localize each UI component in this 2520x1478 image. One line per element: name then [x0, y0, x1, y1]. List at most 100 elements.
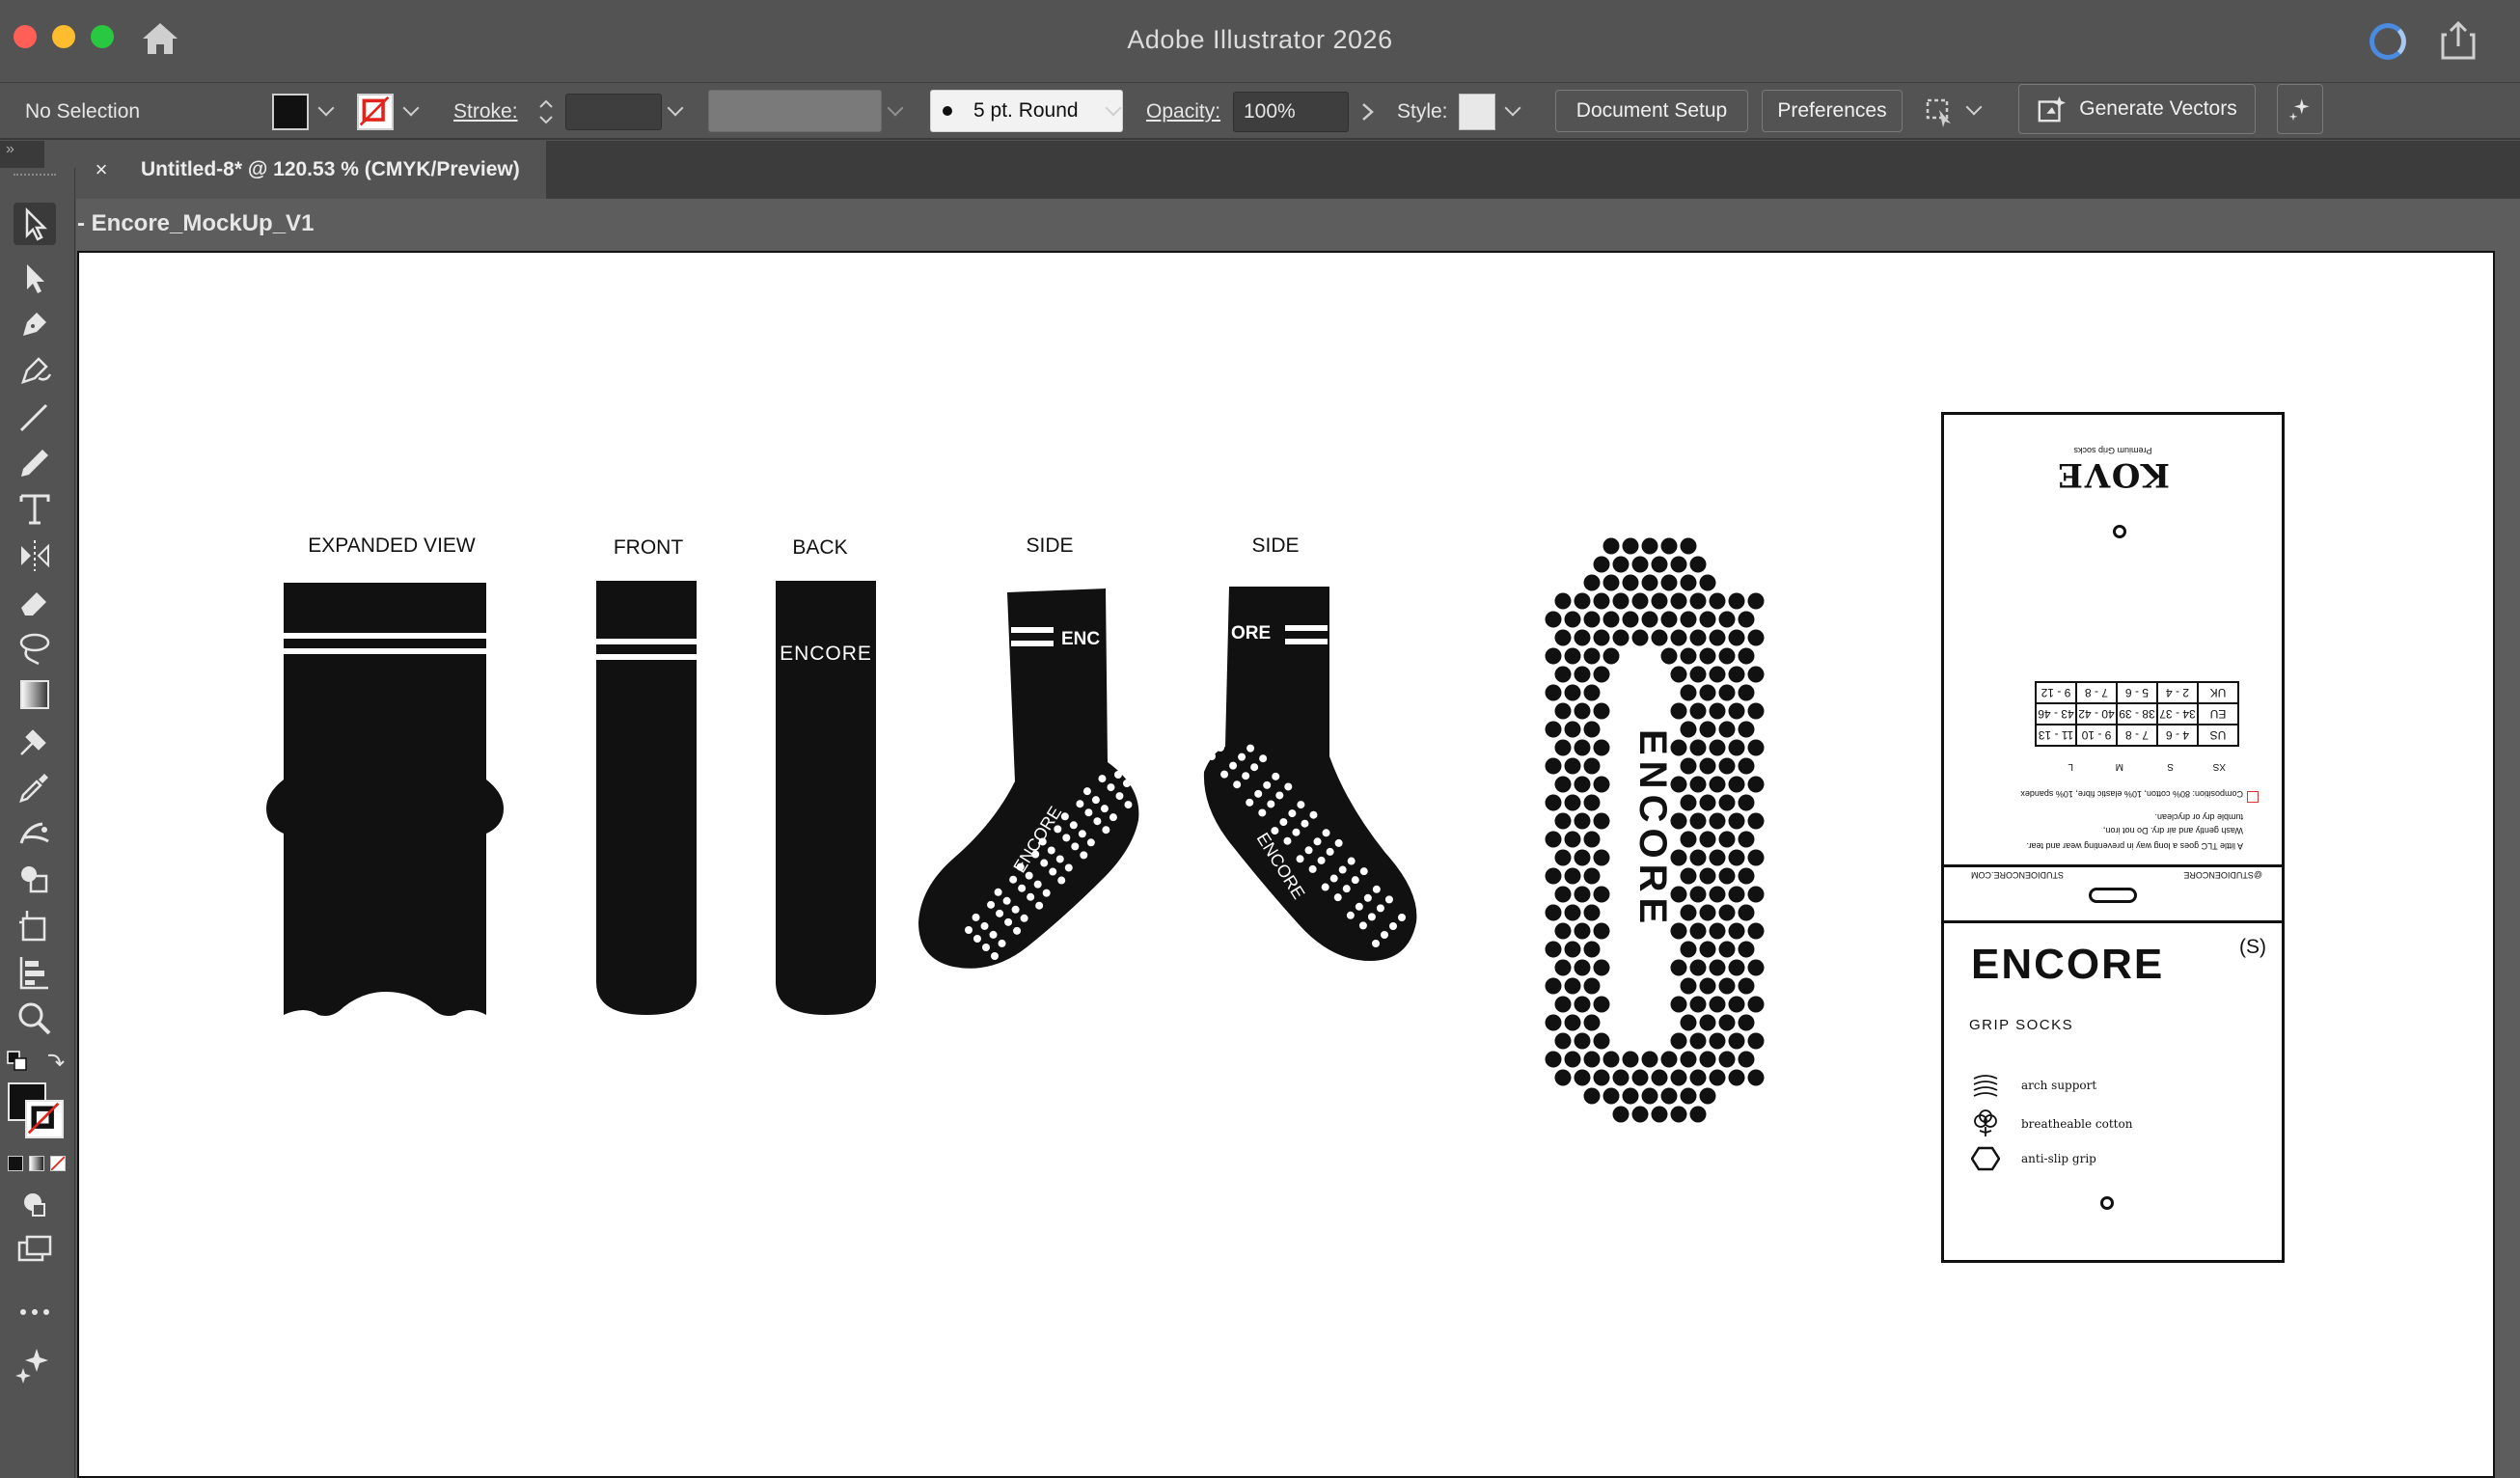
color-mode-icon[interactable] [8, 1156, 23, 1171]
eyedropper-tool-icon[interactable] [14, 766, 56, 808]
grip-dot [1728, 702, 1745, 720]
none-mode-icon[interactable] [50, 1156, 66, 1171]
opacity-label[interactable]: Opacity: [1146, 84, 1220, 140]
grip-dot [1593, 849, 1610, 866]
grip-dot [1055, 855, 1064, 863]
symbol-sprayer-tool-icon[interactable] [14, 812, 56, 855]
grip-dot [1689, 739, 1707, 756]
shape-builder-tool-icon[interactable] [14, 859, 56, 901]
grip-dot [1728, 849, 1745, 866]
grip-dot [1670, 1106, 1687, 1123]
grip-dot [1699, 794, 1716, 811]
grip-dot [1747, 629, 1765, 646]
grip-dot [1574, 996, 1591, 1013]
generate-vectors-button[interactable]: Generate Vectors [2018, 84, 2256, 134]
reflect-tool-icon[interactable] [14, 534, 56, 577]
grip-dot [1670, 702, 1687, 720]
tools-grip-handle[interactable] [14, 174, 56, 179]
grip-dot [1554, 922, 1572, 940]
grip-dot [1333, 893, 1342, 902]
more-tools-icon[interactable] [14, 1291, 56, 1333]
column-graph-tool-icon[interactable] [14, 951, 56, 994]
side-view-right-sock[interactable]: ORE ENCORE [1196, 583, 1428, 969]
selection-tool-icon[interactable] [14, 203, 56, 245]
document-tab[interactable]: × Untitled-8* @ 120.53 % (CMYK/Preview) [44, 141, 546, 199]
brush-name: 5 pt. Round [973, 99, 1079, 122]
stroke-swatch[interactable] [357, 94, 394, 130]
panel-collapse-toggle[interactable]: » [0, 141, 44, 168]
pencil-tool-icon[interactable] [14, 442, 56, 484]
line-segment-tool-icon[interactable] [14, 396, 56, 438]
screen-mode-icon[interactable] [14, 1229, 56, 1272]
grip-dot [1680, 867, 1697, 885]
grip-dot [1709, 739, 1726, 756]
gradient-mode-icon[interactable] [29, 1156, 44, 1171]
fill-dropdown-chevron-down-icon[interactable] [316, 99, 338, 121]
preferences-button[interactable]: Preferences [1762, 90, 1903, 132]
grip-dot [1738, 977, 1755, 995]
footbed-sole[interactable]: ENCORE [1542, 527, 1766, 1144]
profile-chevron-down-icon[interactable] [886, 99, 907, 121]
stroke-weight-input[interactable] [565, 94, 662, 130]
size-header-xs: XS [2212, 761, 2226, 772]
opacity-input[interactable]: 100% [1233, 92, 1349, 132]
grip-dot [1217, 744, 1224, 752]
stroke-weight-stepper[interactable] [534, 94, 558, 130]
size-cell: EU [2198, 703, 2238, 725]
grip-dot [1574, 739, 1591, 756]
swap-colors-icon[interactable] [42, 1050, 66, 1073]
brush-definition[interactable]: 5 pt. Round [930, 90, 1123, 132]
hang-tag[interactable]: KOVE Premium Grip socks XS S M L US 4 - … [1941, 412, 2285, 1263]
variable-width-profile[interactable] [708, 90, 882, 132]
fill-swatch[interactable] [272, 94, 309, 130]
gradient-tool-icon[interactable] [14, 673, 56, 716]
style-chevron-down-icon[interactable] [1503, 99, 1524, 121]
side-view-left-sock[interactable]: ENC ENCORE [915, 588, 1146, 974]
arrange-documents-icon[interactable] [1922, 93, 1960, 129]
opacity-chevron-right-icon[interactable] [1355, 97, 1382, 126]
draw-mode-icon[interactable] [14, 1183, 56, 1225]
stroke-dropdown-chevron-down-icon[interactable] [401, 99, 423, 121]
zoom-tool-icon[interactable] [14, 998, 56, 1040]
grip-dot [1115, 792, 1124, 801]
grip-dot [1699, 867, 1716, 885]
grip-dot [1545, 721, 1562, 738]
grip-dot [1699, 1014, 1716, 1031]
artboard-tool-icon[interactable] [14, 905, 56, 947]
default-colors-icon[interactable] [6, 1050, 29, 1073]
ai-assistant-sparkle-icon[interactable] [2277, 84, 2323, 134]
grip-dot [1574, 922, 1591, 940]
brush-chevron-down-icon[interactable] [1104, 99, 1125, 121]
grip-dot [1660, 1087, 1678, 1105]
tab-close-icon[interactable]: × [87, 157, 116, 182]
share-icon[interactable] [2439, 19, 2478, 60]
arrange-chevron-down-icon[interactable] [1964, 98, 1986, 120]
stroke-color-swatch[interactable] [25, 1100, 64, 1138]
pen-tool-icon[interactable] [14, 303, 56, 345]
document-setup-button[interactable]: Document Setup [1555, 90, 1748, 132]
grip-dot [1367, 913, 1376, 921]
lasso-tool-icon[interactable] [14, 627, 56, 670]
type-tool-icon[interactable] [14, 488, 56, 531]
eraser-tool-icon[interactable] [14, 581, 56, 623]
ai-sparkle-tool-icon[interactable] [14, 1343, 56, 1385]
back-view-sock[interactable]: ENCORE [774, 579, 880, 1019]
grip-dot [1372, 940, 1380, 947]
grip-dot [1689, 849, 1707, 866]
curvature-tool-icon[interactable] [14, 349, 56, 392]
artboard-name[interactable]: - Encore_MockUp_V1 [77, 210, 314, 237]
grip-dot [1107, 783, 1115, 792]
grip-dot [1372, 885, 1381, 893]
grip-dot [1254, 789, 1263, 798]
mesh-tool-icon[interactable] [14, 720, 56, 762]
graphic-style-swatch[interactable] [1459, 94, 1495, 130]
direct-selection-tool-icon[interactable] [14, 257, 56, 299]
grip-dot [1574, 886, 1591, 903]
stroke-weight-chevron-down-icon[interactable] [666, 99, 687, 121]
grip-dot [1593, 556, 1610, 573]
back-brand-text: ENCORE [780, 643, 872, 665]
expanded-view-sock[interactable] [266, 579, 507, 1019]
front-view-sock[interactable] [594, 579, 700, 1019]
stroke-label[interactable]: Stroke: [453, 84, 518, 140]
tag-back-composition: Composition: 80% cotton, 10% elastic fib… [2020, 789, 2243, 799]
